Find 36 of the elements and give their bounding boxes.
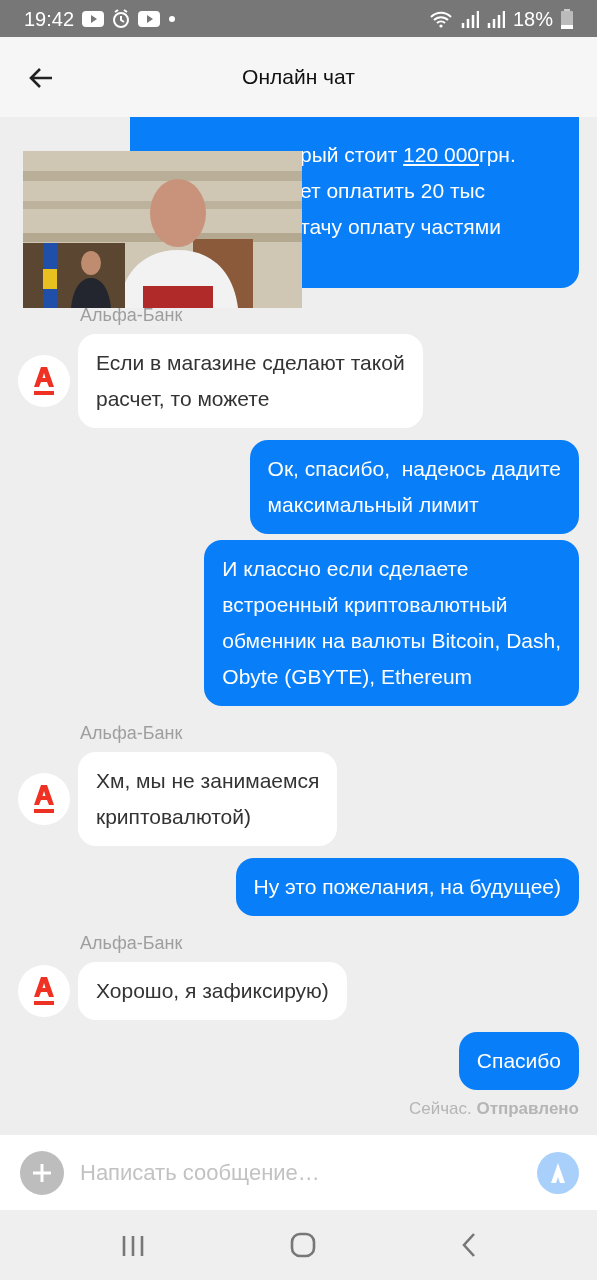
avatar-logo [18,965,70,1017]
avatar-logo [18,773,70,825]
back-arrow-icon [28,66,54,89]
video-app-icon [82,10,105,27]
delivery-status: Сейчас. Отправлено [407,1098,579,1120]
message-field[interactable]: Написать сообщение… [64,1156,537,1189]
send-icon [551,1162,565,1183]
video-app-icon [138,10,161,27]
signal-icon [486,9,505,28]
avatar-logo [18,355,70,407]
message-bubble: Если в магазине сделают такой расчет, то можете [78,334,423,428]
message-bubble: И классно если сделаете встроенный криптовалютный обменник на валюты Bitcoin, Dash, Obyte (GBYTE), Ethereum [204,540,579,706]
message-bubble: Хорошо, я зафиксирую) [78,962,347,1020]
battery-icon [561,8,573,29]
message-bubble: Спасибо [458,1032,579,1090]
message-bubble: Ну это пожелания, на будущее) [235,858,579,916]
recents-icon [120,1234,145,1257]
back-icon [460,1232,477,1258]
plus-icon [31,1161,53,1184]
message-text: грн. [479,143,516,166]
signal-icon [460,9,479,28]
sender-name: Альфа-Банк [80,723,184,743]
battery-percent: 18% [512,6,553,32]
sender-name: Альфа-Банк [80,933,184,953]
home-icon [289,1232,316,1258]
status-time: 19:42 [24,6,75,32]
message-bubble: Хм, мы не занимаемся криптовалютой) [78,752,338,846]
message-composer[interactable]: Написать сообщение… [0,1135,597,1210]
chat-title: Онлайн чат [242,64,355,91]
wifi-icon [428,9,453,28]
amount-link[interactable]: 120 000 [403,143,479,166]
message-text: тачу оплату частями [300,215,501,238]
sender-name: Альфа-Банк [80,305,184,325]
dot-icon [168,14,177,23]
alarm-icon [112,8,131,29]
message-bubble: Ок, спасибо, надеюсь дадите максимальный лимит [249,440,579,534]
